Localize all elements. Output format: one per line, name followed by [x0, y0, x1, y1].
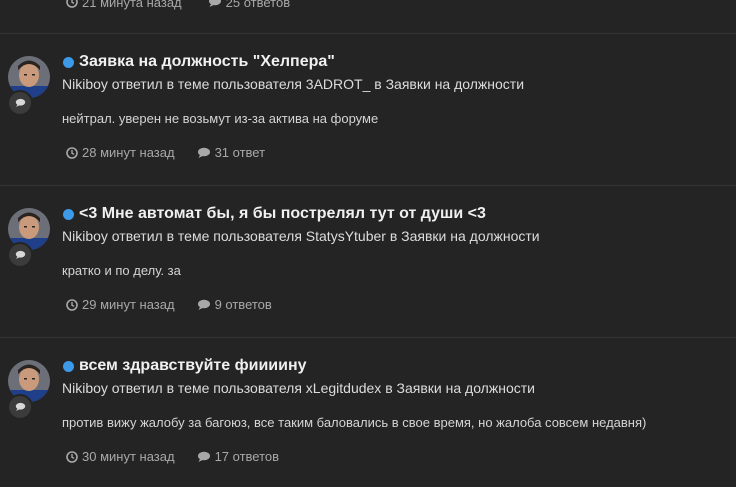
- time-text: 30 минут назад: [82, 449, 175, 464]
- time-text: 29 минут назад: [82, 297, 175, 312]
- topic-author-link[interactable]: StatysYtuber: [306, 228, 386, 244]
- reply-badge: [7, 394, 33, 420]
- post-snippet: против вижу жалобу за багоюз, все таким …: [62, 415, 647, 430]
- replies-meta: 17 ответов: [197, 449, 279, 464]
- comment-icon: [197, 147, 210, 158]
- in-text: в: [374, 76, 382, 92]
- previous-item-meta: 21 минута назад 25 ответов: [66, 0, 290, 10]
- title-row: <3 Мне автомат бы, я бы пострелял тут от…: [63, 205, 486, 223]
- forum-link[interactable]: Заявки на должности: [401, 228, 539, 244]
- unread-indicator: [63, 56, 74, 68]
- action-text: ответил в теме пользователя: [111, 76, 302, 92]
- time-meta: 30 минут назад: [66, 449, 175, 464]
- time-text: 28 минут назад: [82, 145, 175, 160]
- reply-badge: [7, 242, 33, 268]
- topic-author-link[interactable]: xLegitdudex: [306, 380, 382, 396]
- activity-item: Заявка на должность "Хелпера" Nikiboy от…: [0, 34, 736, 184]
- reply-badge: [7, 90, 33, 116]
- post-snippet: нейтрал. уверен не возьмут из-за актива …: [62, 111, 379, 126]
- unread-indicator: [63, 360, 74, 372]
- activity-item: <3 Мне автомат бы, я бы пострелял тут от…: [0, 186, 736, 336]
- author-link[interactable]: Nikiboy: [62, 380, 108, 396]
- clock-icon: [66, 298, 78, 311]
- clock-icon: [66, 146, 78, 159]
- time-meta: 29 минут назад: [66, 297, 175, 312]
- action-text: ответил в теме пользователя: [111, 380, 302, 396]
- author-link[interactable]: Nikiboy: [62, 76, 108, 92]
- comment-icon: [15, 250, 25, 259]
- action-text: ответил в теме пользователя: [111, 228, 302, 244]
- activity-feed: 21 минута назад 25 ответов Заявка на дол…: [0, 0, 736, 487]
- time-meta: 28 минут назад: [66, 145, 175, 160]
- unread-indicator: [63, 208, 74, 220]
- post-snippet: кратко и по делу. за: [62, 263, 181, 278]
- topic-title-link[interactable]: <3 Мне автомат бы, я бы пострелял тут от…: [79, 205, 486, 223]
- topic-title-link[interactable]: Заявка на должность "Хелпера": [79, 53, 335, 71]
- activity-description: Nikiboy ответил в теме пользователя 3ADR…: [62, 76, 524, 92]
- author-link[interactable]: Nikiboy: [62, 228, 108, 244]
- activity-description: Nikiboy ответил в теме пользователя xLeg…: [62, 380, 535, 396]
- replies-meta: 25 ответов: [208, 0, 290, 10]
- in-text: в: [389, 228, 398, 244]
- time-text: 21 минута назад: [82, 0, 182, 10]
- replies-text: 17 ответов: [214, 449, 280, 464]
- time-meta: 21 минута назад: [66, 0, 182, 10]
- replies-text: 31 ответ: [214, 145, 266, 160]
- title-row: всем здравствуйте фиииину: [63, 357, 307, 375]
- activity-description: Nikiboy ответил в теме пользователя Stat…: [62, 228, 540, 244]
- topic-title-link[interactable]: всем здравствуйте фиииину: [79, 357, 307, 375]
- topic-author-link[interactable]: 3ADROT_: [306, 76, 371, 92]
- title-row: Заявка на должность "Хелпера": [63, 53, 335, 71]
- comment-icon: [197, 299, 210, 310]
- clock-icon: [66, 450, 78, 463]
- comment-icon: [208, 0, 221, 7]
- replies-meta: 31 ответ: [197, 145, 265, 160]
- replies-text: 9 ответов: [214, 297, 272, 312]
- forum-link[interactable]: Заявки на должности: [386, 76, 524, 92]
- comment-icon: [15, 98, 25, 107]
- item-meta: 30 минут назад 17 ответов: [66, 449, 279, 464]
- activity-item: всем здравствуйте фиииину Nikiboy ответи…: [0, 338, 736, 487]
- replies-text: 25 ответов: [225, 0, 291, 10]
- replies-meta: 9 ответов: [197, 297, 272, 312]
- forum-link[interactable]: Заявки на должности: [397, 380, 535, 396]
- comment-icon: [15, 402, 25, 411]
- comment-icon: [197, 451, 210, 462]
- clock-icon: [66, 0, 78, 8]
- in-text: в: [385, 380, 393, 396]
- item-meta: 28 минут назад 31 ответ: [66, 145, 265, 160]
- item-meta: 29 минут назад 9 ответов: [66, 297, 272, 312]
